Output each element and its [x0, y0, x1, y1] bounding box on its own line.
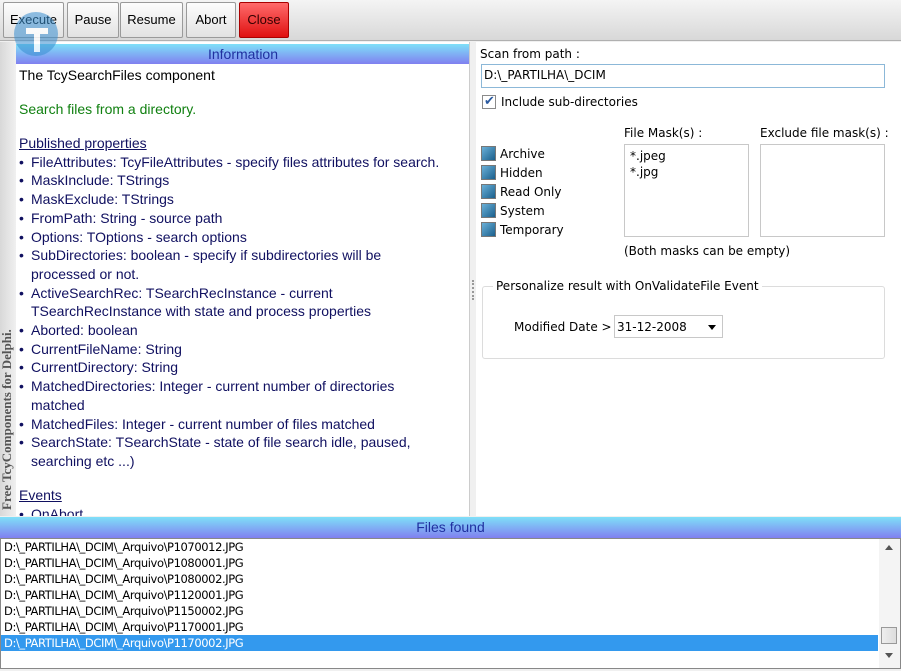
file-list-item[interactable]: D:\_PARTILHA\_DCIM\_Arquivo\P1080001.JPG — [1, 555, 878, 571]
files-found-header: Files found — [0, 517, 901, 538]
property-item: matched — [31, 396, 85, 413]
properties-heading[interactable]: Published properties — [19, 134, 147, 153]
component-description: Search files from a directory. — [19, 101, 197, 117]
chevron-down-icon[interactable] — [708, 325, 716, 330]
scan-path-label: Scan from path : — [480, 47, 580, 61]
close-button[interactable]: Close — [239, 2, 289, 38]
property-item: SubDirectories: boolean - specify if sub… — [19, 246, 469, 265]
file-list-item[interactable]: D:\_PARTILHA\_DCIM\_Arquivo\P1080002.JPG — [1, 571, 878, 587]
onvalidatefile-group: Personalize result with OnValidateFile E… — [482, 279, 885, 359]
events-heading[interactable]: Events — [19, 486, 62, 505]
scroll-down-icon[interactable] — [885, 653, 893, 658]
pause-button[interactable]: Pause — [67, 2, 119, 38]
property-item: processed or not. — [31, 265, 140, 282]
scrollbar[interactable] — [879, 539, 900, 668]
information-header: Information — [16, 44, 469, 64]
attribute-checkbox[interactable] — [481, 222, 496, 237]
files-found-list[interactable]: D:\_PARTILHA\_DCIM\_Arquivo\P1070012.JPG… — [0, 538, 901, 669]
options-panel: Scan from path : D:\_PARTILHA\_DCIM ✔ In… — [476, 42, 901, 516]
property-item: CurrentDirectory: String — [19, 358, 469, 377]
abort-button[interactable]: Abort — [186, 2, 236, 38]
attribute-label: Temporary — [500, 223, 564, 237]
file-list-item[interactable]: D:\_PARTILHA\_DCIM\_Arquivo\P1170001.JPG — [1, 619, 878, 635]
scan-path-input[interactable]: D:\_PARTILHA\_DCIM — [481, 64, 885, 88]
attribute-checkbox[interactable] — [481, 184, 496, 199]
execute-button[interactable]: Execute — [3, 2, 64, 38]
file-mask-label: File Mask(s) : — [624, 126, 703, 140]
event-item: OnAbort — [19, 505, 469, 516]
attribute-checkbox[interactable] — [481, 146, 496, 161]
property-item: TSearchRecInstance with state and proces… — [31, 303, 372, 320]
component-title: The TcySearchFiles component — [19, 67, 215, 83]
exclude-mask-label: Exclude file mask(s) : — [760, 126, 889, 140]
modified-date-label: Modified Date > — [514, 320, 612, 334]
include-subdirectories-label: Include sub-directories — [501, 95, 638, 109]
toolbar: Execute Pause Resume Abort Close — [0, 0, 901, 41]
file-mask-item: *.jpeg — [630, 149, 666, 163]
file-list-item[interactable]: D:\_PARTILHA\_DCIM\_Arquivo\P1170002.JPG — [1, 635, 878, 651]
attribute-label: Archive — [500, 147, 545, 161]
file-list-item[interactable]: D:\_PARTILHA\_DCIM\_Arquivo\P1070012.JPG — [1, 539, 878, 555]
resume-button[interactable]: Resume — [120, 2, 183, 38]
property-item: MaskExclude: TStrings — [19, 190, 469, 209]
property-item: MatchedFiles: Integer - current number o… — [19, 415, 469, 434]
property-item: FileAttributes: TcyFileAttributes - spec… — [19, 153, 469, 172]
property-item: Aborted: boolean — [19, 321, 469, 340]
scrollbar-thumb[interactable] — [881, 627, 897, 644]
group-title: Personalize result with OnValidateFile E… — [493, 279, 762, 293]
property-item: SearchState: TSearchState - state of fil… — [19, 433, 469, 452]
file-mask-memo[interactable]: *.jpeg *.jpg — [624, 144, 749, 237]
property-item: Options: TOptions - search options — [19, 228, 469, 247]
modified-date-value: 31-12-2008 — [617, 320, 687, 334]
side-banner-text: Free TcyComponents for Delphi. — [0, 329, 14, 510]
information-panel: Free TcyComponents for Delphi. Informati… — [0, 42, 470, 516]
side-banner: Free TcyComponents for Delphi. — [0, 42, 16, 516]
attribute-label: System — [500, 204, 545, 218]
checkmark-icon: ✔ — [484, 93, 495, 108]
property-item: ActiveSearchRec: TSearchRecInstance - cu… — [19, 284, 469, 303]
exclude-mask-memo[interactable] — [760, 144, 885, 237]
information-content: The TcySearchFiles component Search file… — [19, 66, 469, 516]
property-item: FromPath: String - source path — [19, 209, 469, 228]
property-item: searching etc ...) — [31, 452, 135, 469]
file-list-item[interactable]: D:\_PARTILHA\_DCIM\_Arquivo\P1150002.JPG — [1, 603, 878, 619]
attribute-checkbox[interactable] — [481, 165, 496, 180]
property-item: MatchedDirectories: Integer - current nu… — [19, 377, 469, 396]
modified-date-picker[interactable]: 31-12-2008 — [614, 315, 723, 338]
attribute-checkbox[interactable] — [481, 203, 496, 218]
attribute-label: Hidden — [500, 166, 543, 180]
file-mask-item: *.jpg — [630, 165, 659, 179]
include-subdirectories-checkbox[interactable]: ✔ — [482, 93, 496, 109]
property-item: MaskInclude: TStrings — [19, 171, 469, 190]
attribute-label: Read Only — [500, 185, 562, 199]
scroll-up-icon[interactable] — [885, 545, 893, 550]
property-item: CurrentFileName: String — [19, 340, 469, 359]
masks-note: (Both masks can be empty) — [624, 244, 791, 258]
file-list-item[interactable]: D:\_PARTILHA\_DCIM\_Arquivo\P1120001.JPG — [1, 587, 878, 603]
